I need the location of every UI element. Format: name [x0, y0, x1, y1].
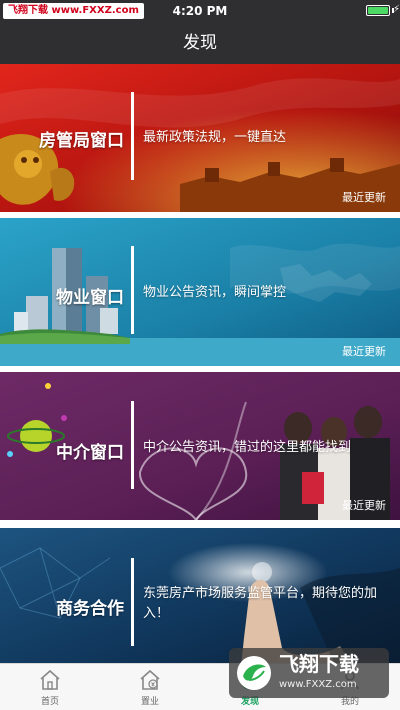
status-bar: 飞翔下载 www.FXXZ.com 4:20 PM ⚡: [0, 0, 400, 22]
banner-title: 房管局窗口: [39, 131, 124, 151]
tab-label: 发现: [240, 697, 259, 707]
charging-icon: ⚡: [392, 4, 400, 15]
banner-agency[interactable]: 中介窗口 中介公告资讯，错过的这里都能找到 最近更新: [0, 372, 400, 520]
banner-divider: [131, 401, 134, 489]
tab-home[interactable]: 首页: [10, 664, 90, 710]
banner-title: 商务合作: [56, 599, 124, 619]
banner-description: 最新政策法规，一键直达: [143, 130, 287, 145]
watermark-name: 飞翔下载: [279, 652, 359, 676]
navigation-bar: 发现: [0, 22, 400, 64]
home-icon: [40, 669, 60, 690]
banner-property[interactable]: 物业窗口 物业公告资讯，瞬间掌控 最近更新: [0, 218, 400, 366]
tab-label: 我的: [340, 697, 359, 707]
battery-icon: [366, 5, 390, 16]
recent-update-label: 最近更新: [342, 499, 386, 512]
banner-divider: [131, 92, 134, 180]
banner-title: 中介窗口: [56, 443, 124, 463]
watermark-url: www.FXXZ.com: [279, 679, 357, 690]
tab-property[interactable]: 置业: [110, 664, 190, 710]
banner-title: 物业窗口: [56, 288, 124, 308]
watermark-logo-icon: [237, 656, 271, 690]
page-title: 发现: [183, 33, 217, 53]
banner-divider: [131, 558, 134, 646]
banner-description: 物业公告资讯，瞬间掌控: [143, 285, 287, 300]
banner-housing-bureau[interactable]: 房管局窗口 最新政策法规，一键直达 最近更新: [0, 64, 400, 212]
status-time: 4:20 PM: [172, 4, 228, 18]
recent-update-label: 最近更新: [342, 345, 386, 358]
site-watermark-logo: 飞翔下载 www.FXXZ.com: [229, 648, 389, 698]
tab-label: 置业: [140, 697, 159, 707]
banner-description: 中介公告资讯，错过的这里都能找到: [143, 440, 352, 455]
tab-label: 首页: [40, 697, 59, 707]
recent-update-label: 最近更新: [342, 191, 386, 204]
banner-divider: [131, 246, 134, 334]
banner-description: 东莞房产市场服务监管平台，期待您的加入！: [143, 586, 378, 621]
property-icon: [140, 669, 160, 690]
